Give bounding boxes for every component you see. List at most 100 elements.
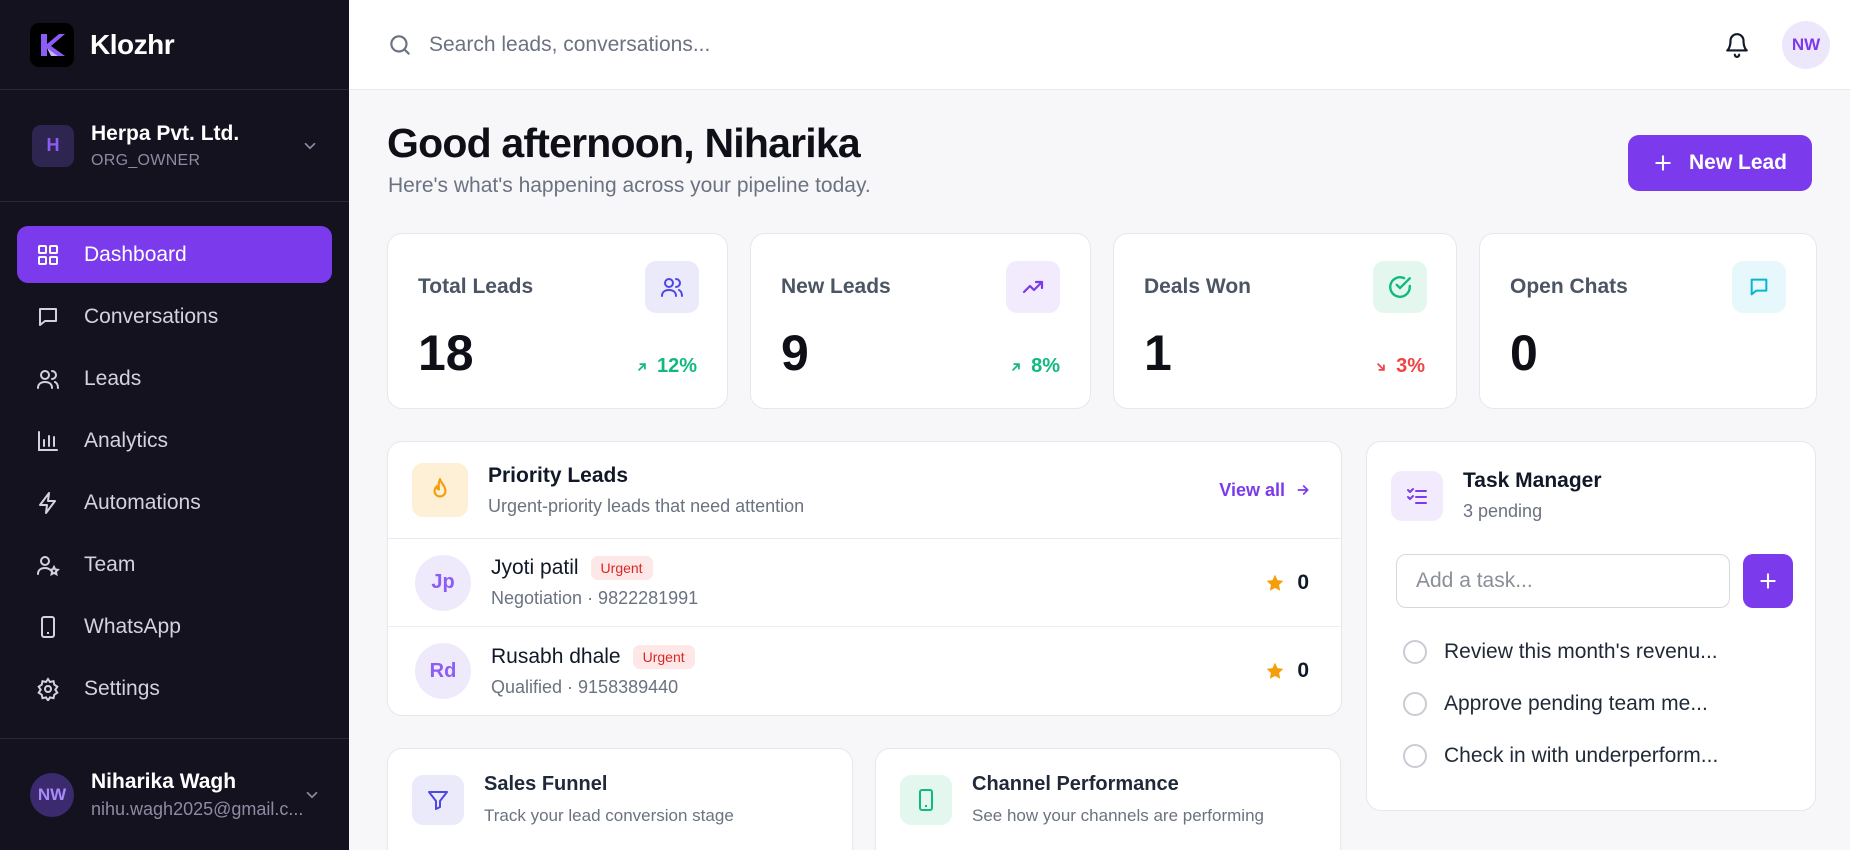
sidebar-item-label: Settings <box>84 676 160 700</box>
chat-icon <box>1732 261 1786 313</box>
star-icon <box>1265 661 1285 681</box>
sidebar-item-leads[interactable]: Leads <box>17 350 332 407</box>
stat-value: 0 <box>1510 325 1538 381</box>
sidebar-item-label: Conversations <box>84 304 219 328</box>
trend-indicator: 12% <box>635 355 697 378</box>
sidebar-item-conversations[interactable]: Conversations <box>17 288 332 345</box>
page-subtitle: Here's what's happening across your pipe… <box>388 174 871 197</box>
task-checkbox[interactable] <box>1403 640 1427 664</box>
arrow-up-right-icon <box>635 360 649 374</box>
channel-performance-card: Channel Performance See how your channel… <box>875 748 1341 850</box>
view-all-label: View all <box>1219 479 1285 500</box>
task-manager-card: Task Manager 3 pending Review this month… <box>1366 441 1816 811</box>
avatar[interactable]: NW <box>1782 20 1830 69</box>
sidebar-nav: Dashboard Conversations Leads Analytics … <box>0 202 349 717</box>
arrow-down-right-icon <box>1374 360 1388 374</box>
task-label: Review this month's revenu... <box>1444 640 1718 663</box>
sidebar-item-label: Automations <box>84 490 201 514</box>
user-email: nihu.wagh2025@gmail.c... <box>91 798 303 819</box>
gear-icon <box>35 676 61 702</box>
sidebar-item-dashboard[interactable]: Dashboard <box>17 226 332 283</box>
org-name: Herpa Pvt. Ltd. <box>91 121 240 145</box>
lead-name: Jyoti patil <box>491 556 579 579</box>
stat-card-deals-won[interactable]: Deals Won 1 3% <box>1113 233 1457 409</box>
arrow-right-icon <box>1295 482 1311 498</box>
plus-icon <box>1653 153 1673 173</box>
sidebar-item-label: Analytics <box>84 428 169 452</box>
org-switcher[interactable]: H Herpa Pvt. Ltd. ORG_OWNER <box>0 90 349 202</box>
sidebar: Klozhr H Herpa Pvt. Ltd. ORG_OWNER Dashb… <box>0 0 349 850</box>
lead-score: 0 <box>1265 571 1309 595</box>
task-item: Approve pending team me... <box>1403 678 1815 730</box>
add-task-input[interactable] <box>1396 554 1731 608</box>
stat-card-new-leads[interactable]: New Leads 9 8% <box>750 233 1091 409</box>
trending-up-icon <box>1006 261 1060 313</box>
stat-label: Total Leads <box>418 275 534 298</box>
sidebar-item-settings[interactable]: Settings <box>17 660 332 717</box>
new-lead-label: New Lead <box>1688 151 1788 174</box>
card-subtitle: See how your channels are performing <box>972 806 1264 825</box>
sidebar-item-analytics[interactable]: Analytics <box>17 412 332 469</box>
new-lead-button[interactable]: New Lead <box>1628 135 1812 191</box>
users-icon <box>645 261 699 313</box>
score-value: 0 <box>1297 570 1309 594</box>
trend-value: 3% <box>1396 355 1425 377</box>
search-input[interactable] <box>429 32 1029 57</box>
stat-card-total-leads[interactable]: Total Leads 18 12% <box>387 233 728 409</box>
score-value: 0 <box>1297 659 1309 682</box>
task-label: Approve pending team me... <box>1444 692 1708 715</box>
priority-leads-card: Priority Leads Urgent-priority leads tha… <box>387 441 1342 716</box>
status-badge: Urgent <box>590 556 653 580</box>
task-item: Check in with underperform... <box>1403 730 1815 782</box>
stat-label: Open Chats <box>1510 275 1628 298</box>
sidebar-item-label: WhatsApp <box>84 614 181 638</box>
sidebar-item-label: Team <box>84 552 136 576</box>
chevron-down-icon <box>301 137 319 155</box>
view-all-link[interactable]: View all <box>1219 480 1311 501</box>
stat-value: 9 <box>781 325 809 381</box>
sidebar-item-automations[interactable]: Automations <box>17 474 332 531</box>
task-checkbox[interactable] <box>1403 744 1427 768</box>
stat-label: New Leads <box>781 275 891 298</box>
team-icon <box>35 552 61 578</box>
brand[interactable]: Klozhr <box>0 0 349 90</box>
bell-icon[interactable] <box>1722 30 1752 60</box>
lead-meta: Negotiation · 9822281991 <box>491 588 699 608</box>
bar-chart-icon <box>35 428 61 454</box>
avatar: NW <box>30 772 74 817</box>
avatar: Rd <box>415 643 471 699</box>
lightning-icon <box>35 490 61 516</box>
topbar: NW <box>349 0 1850 90</box>
sidebar-item-label: Leads <box>84 366 142 390</box>
sidebar-item-team[interactable]: Team <box>17 536 332 593</box>
check-circle-icon <box>1373 261 1427 313</box>
chat-icon <box>35 304 61 330</box>
lead-name: Rusabh dhale <box>491 644 621 668</box>
stat-card-open-chats[interactable]: Open Chats 0 <box>1479 233 1817 409</box>
trend-value: 12% <box>656 355 697 377</box>
task-label: Check in with underperform... <box>1444 744 1719 767</box>
stat-label: Deals Won <box>1144 275 1251 298</box>
status-badge: Urgent <box>632 644 695 669</box>
flame-icon <box>412 463 468 517</box>
list-item[interactable]: Rd Rusabh dhale Urgent Qualified · 91583… <box>388 627 1341 715</box>
brand-logo-icon <box>30 22 74 67</box>
card-subtitle: Track your lead conversion stage <box>484 806 734 825</box>
arrow-up-right-icon <box>1009 360 1023 374</box>
trend-value: 8% <box>1031 355 1060 377</box>
avatar: Jp <box>415 554 471 611</box>
user-menu[interactable]: NW Niharika Wagh nihu.wagh2025@gmail.c..… <box>0 738 349 850</box>
filter-icon <box>412 774 464 825</box>
org-role: ORG_OWNER <box>91 151 201 169</box>
list-item[interactable]: Jp Jyoti patil Urgent Negotiation · 9822… <box>388 539 1341 627</box>
brand-name: Klozhr <box>90 28 175 60</box>
page-title: Good afternoon, Niharika <box>387 120 861 166</box>
add-task-button[interactable] <box>1743 554 1793 608</box>
sidebar-item-whatsapp[interactable]: WhatsApp <box>17 598 332 655</box>
stat-value: 1 <box>1144 325 1172 381</box>
trend-indicator: 8% <box>1009 355 1060 378</box>
phone-icon <box>900 774 952 825</box>
user-name: Niharika Wagh <box>91 769 237 793</box>
task-checkbox[interactable] <box>1403 692 1427 716</box>
org-badge: H <box>32 124 74 167</box>
